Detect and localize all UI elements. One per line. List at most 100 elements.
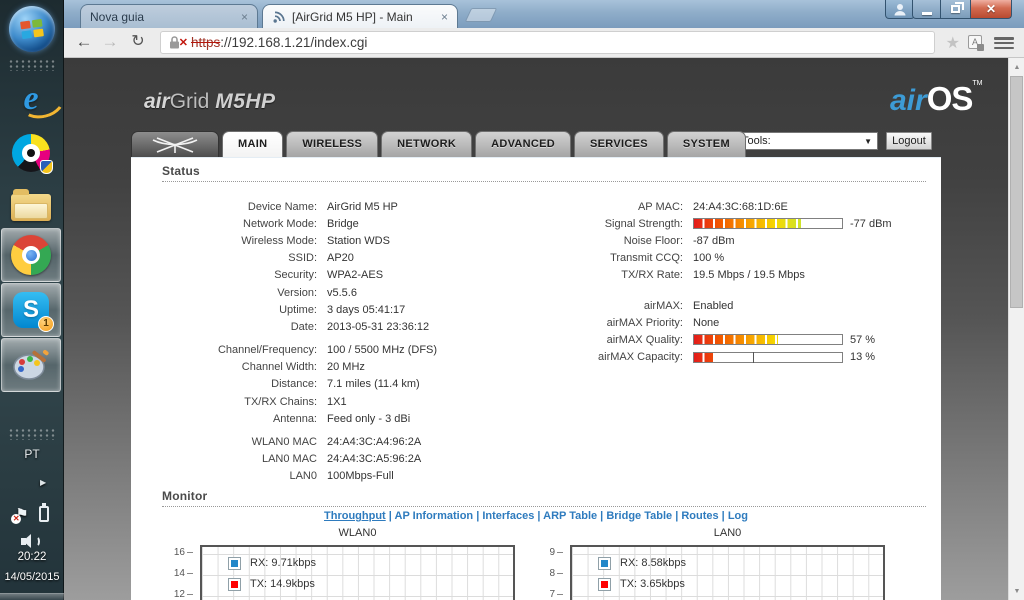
scroll-up-icon[interactable]: ▲ — [1009, 59, 1024, 75]
tab-title: Nova guia — [90, 9, 145, 24]
clock-date[interactable]: 14/05/2015 — [0, 571, 64, 583]
browser-menu-icon[interactable] — [994, 35, 1014, 51]
status-label: Version: — [277, 286, 317, 299]
monitor-link-throughput[interactable]: Throughput — [324, 510, 386, 522]
status-row-device-name-: Device Name: AirGrid M5 HP — [131, 198, 437, 215]
status-value: Station WDS — [327, 234, 390, 247]
y-tick-label: 14 — [168, 568, 194, 579]
tab-close-icon[interactable]: × — [441, 11, 448, 23]
language-indicator[interactable]: PT — [0, 447, 64, 461]
legend-color-swatch — [228, 556, 241, 570]
action-center-flag-icon[interactable]: ⚑ ✕ — [11, 505, 29, 524]
reload-button[interactable]: ↻ — [126, 30, 150, 54]
monitor-link-interfaces[interactable]: Interfaces — [482, 510, 534, 522]
monitor-link-log[interactable]: Log — [728, 510, 748, 522]
browser-toolbar: ← → ↻ ✕ https://192.168.1.21/index.cgi ★… — [64, 28, 1024, 58]
bookmark-star-icon[interactable]: ★ — [946, 33, 960, 53]
status-value: 3 days 05:41:17 — [327, 303, 406, 316]
scrollbar-thumb[interactable] — [1010, 76, 1023, 308]
status-right-column: AP MAC: 24:A4:3C:68:1D:6E Signal Strength:… — [497, 198, 892, 379]
taskbar-item-explorer[interactable] — [1, 180, 61, 234]
status-label: LAN0 MAC — [261, 453, 317, 466]
restore-icon — [951, 2, 964, 13]
page-scrollbar[interactable]: ▲ ▼ — [1008, 58, 1024, 600]
status-value-wrap: None — [693, 317, 719, 329]
nav-tab-wireless[interactable]: WIRELESS — [286, 131, 379, 157]
taskbar-item-internet-explorer[interactable]: e — [1, 72, 61, 126]
browser-window: Nova guia × [AirGrid M5 HP] - Main × ✕ ←… — [64, 0, 1024, 600]
link-separator: | — [672, 510, 682, 522]
nav-tab-main[interactable]: MAIN — [222, 131, 284, 157]
y-tick-label: 7 — [538, 589, 564, 600]
status-label: Signal Strength: — [604, 217, 683, 230]
status-value: 24:A4:3C:A4:96:2A — [327, 436, 422, 449]
status-label: Uptime: — [279, 303, 317, 316]
profile-button[interactable] — [885, 0, 915, 19]
status-value-wrap: AP20 — [327, 252, 354, 264]
show-desktop-button[interactable] — [0, 593, 64, 600]
scroll-down-icon[interactable]: ▼ — [1009, 583, 1024, 599]
volume-tray — [0, 533, 64, 549]
speaker-icon[interactable] — [21, 533, 43, 549]
monitor-link-arp-table[interactable]: ARP Table — [543, 510, 597, 522]
start-button[interactable] — [9, 6, 55, 52]
nav-tab-advanced[interactable]: ADVANCED — [475, 131, 572, 157]
status-value-wrap: WPA2-AES — [327, 269, 383, 281]
status-value-wrap: -87 dBm — [693, 235, 735, 247]
insecure-lock-icon[interactable]: ✕ — [169, 35, 188, 50]
translate-icon[interactable]: A — [968, 35, 984, 51]
back-button[interactable]: ← — [72, 30, 96, 54]
browser-titlebar: Nova guia × [AirGrid M5 HP] - Main × ✕ — [64, 0, 1024, 28]
battery-icon[interactable] — [38, 503, 49, 522]
taskbar-item-paint[interactable] — [1, 338, 61, 392]
status-row-date-: Date: 2013-05-31 23:36:12 — [131, 318, 437, 335]
new-tab-button[interactable] — [464, 8, 498, 22]
taskbar-item-chrome[interactable] — [1, 228, 61, 282]
browser-tab-new[interactable]: Nova guia × — [80, 4, 258, 28]
paint-palette-icon — [13, 349, 49, 380]
close-icon: ✕ — [985, 2, 997, 16]
status-label: SSID: — [288, 252, 317, 265]
taskbar-item-skype[interactable]: S 1 — [1, 283, 61, 337]
tools-select[interactable]: Tools: ▼ — [736, 132, 878, 150]
taskbar-item-color-app[interactable] — [1, 126, 61, 180]
restore-button[interactable] — [941, 0, 970, 19]
legend-color-swatch — [228, 577, 241, 591]
status-label: TX/RX Chains: — [244, 395, 317, 408]
status-label: Wireless Mode: — [241, 234, 317, 247]
status-label: Device Name: — [247, 200, 317, 213]
monitor-link-bridge-table[interactable]: Bridge Table — [606, 510, 672, 522]
monitor-link-ap-information[interactable]: AP Information — [395, 510, 474, 522]
minimize-button[interactable] — [912, 0, 941, 19]
browser-tab-airgrid[interactable]: [AirGrid M5 HP] - Main × — [262, 4, 458, 28]
legend-item-tx: TX: 14.9kbps — [228, 575, 315, 593]
status-value-wrap: 20 MHz — [327, 361, 365, 373]
legend-item-tx: TX: 3.65kbps — [598, 575, 685, 593]
chrome-icon — [11, 235, 51, 275]
y-tick-label: 9 — [538, 547, 564, 558]
clock-time[interactable]: 20:22 — [0, 551, 64, 563]
nav-tab-services[interactable]: SERVICES — [574, 131, 664, 157]
status-value-wrap: 100 / 5500 MHz (DFS) — [327, 344, 437, 356]
nav-tab-logo[interactable] — [131, 131, 219, 157]
legend-color-swatch — [598, 577, 611, 591]
status-row-antenna-: Antenna: Feed only - 3 dBi — [131, 410, 437, 427]
close-button[interactable]: ✕ — [970, 0, 1012, 19]
link-separator: | — [385, 510, 395, 522]
show-hidden-icons-arrow[interactable]: ▶ — [40, 478, 46, 487]
url-text: ://192.168.1.21/index.cgi — [220, 35, 368, 50]
legend-label: TX: 14.9kbps — [250, 578, 315, 590]
airos-nav-tabs: MAIN WIRELESS NETWORK ADVANCED SERVICES SYSTE… — [131, 131, 749, 157]
logout-button[interactable]: Logout — [886, 132, 932, 150]
nav-tab-system[interactable]: SYSTEM — [666, 131, 746, 157]
chevron-down-icon: ▼ — [864, 136, 872, 146]
monitor-link-routes[interactable]: Routes — [681, 510, 718, 522]
forward-button[interactable]: → — [98, 30, 122, 54]
status-label: Date: — [290, 320, 317, 333]
minimize-icon — [921, 11, 932, 15]
nav-tab-network[interactable]: NETWORK — [381, 131, 473, 157]
tab-close-icon[interactable]: × — [241, 11, 248, 23]
address-bar[interactable]: ✕ https://192.168.1.21/index.cgi — [160, 31, 935, 54]
status-row-airmax-: airMAX: Enabled — [497, 297, 892, 314]
meter-fill — [694, 352, 844, 362]
